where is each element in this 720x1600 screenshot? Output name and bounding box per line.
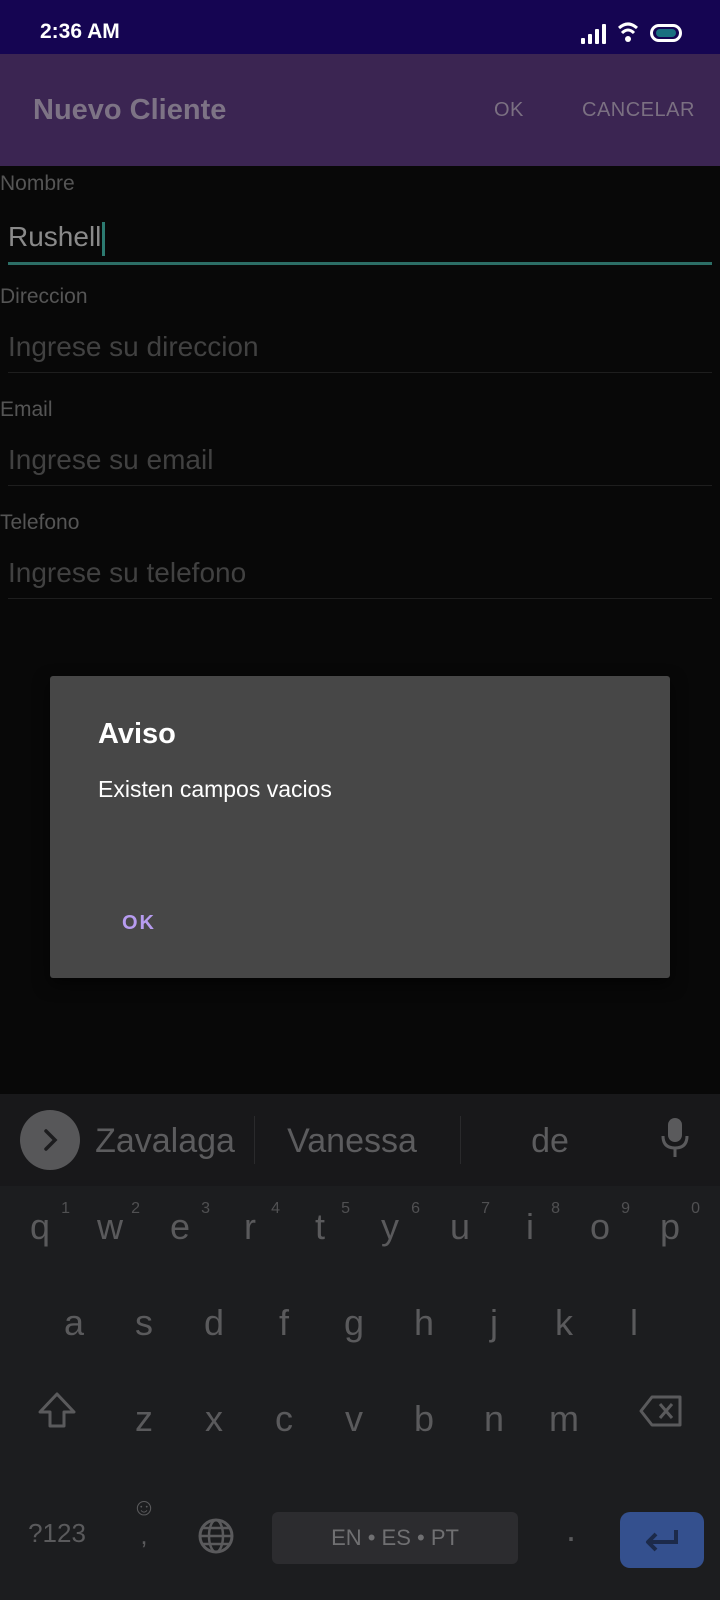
key-y[interactable]: y6 — [360, 1200, 420, 1248]
key-letter: q — [29, 1206, 51, 1247]
key-u[interactable]: u7 — [430, 1200, 490, 1248]
ok-action-button[interactable]: OK — [494, 99, 524, 122]
alert-dialog: Aviso Existen campos vacios OK — [50, 676, 670, 978]
expand-toolbar-button[interactable] — [20, 1110, 80, 1170]
dialog-message: Existen campos vacios — [98, 776, 332, 802]
email-label: Email — [0, 398, 53, 421]
wifi-icon — [618, 22, 638, 42]
emoji-icon[interactable]: ☺ — [122, 1494, 166, 1522]
keyboard-suggestion-bar: Zavalaga Vanessa de — [0, 1094, 720, 1186]
key-m[interactable]: m — [534, 1398, 594, 1440]
status-bar: 2:36 AM — [0, 0, 720, 54]
key-l[interactable]: l — [604, 1302, 664, 1344]
key-i[interactable]: i8 — [500, 1200, 560, 1248]
key-e[interactable]: e3 — [150, 1200, 210, 1248]
telefono-input[interactable]: Ingrese su telefono — [8, 548, 712, 599]
chevron-right-icon — [44, 1129, 58, 1151]
key-letter: e — [169, 1206, 191, 1247]
cancel-action-button[interactable]: CANCELAR — [582, 99, 695, 122]
key-t[interactable]: t5 — [290, 1200, 350, 1248]
key-q[interactable]: q1 — [10, 1200, 70, 1248]
key-letter: o — [589, 1206, 611, 1247]
key-j[interactable]: j — [464, 1302, 524, 1344]
key-k[interactable]: k — [534, 1302, 594, 1344]
direccion-label: Direccion — [0, 285, 88, 308]
key-letter: r — [244, 1206, 256, 1247]
nombre-input[interactable]: Rushell — [8, 212, 712, 265]
key-h[interactable]: h — [394, 1302, 454, 1344]
suggestion-divider — [254, 1116, 255, 1164]
key-g[interactable]: g — [324, 1302, 384, 1344]
globe-icon[interactable] — [196, 1516, 236, 1556]
direccion-input[interactable]: Ingrese su direccion — [8, 322, 712, 373]
microphone-icon[interactable] — [660, 1116, 690, 1160]
key-r[interactable]: r4 — [220, 1200, 280, 1248]
email-input[interactable]: Ingrese su email — [8, 435, 712, 486]
key-b[interactable]: b — [394, 1398, 454, 1440]
key-hint-number: 0 — [691, 1200, 700, 1217]
key-letter: w — [97, 1206, 123, 1247]
nombre-label: Nombre — [0, 172, 75, 195]
key-letter: u — [449, 1206, 471, 1247]
suggestion-1[interactable]: Zavalaga — [90, 1122, 240, 1161]
key-x[interactable]: x — [184, 1398, 244, 1440]
app-bar: Nuevo Cliente OK CANCELAR — [0, 54, 720, 166]
suggestion-2[interactable]: Vanessa — [272, 1122, 432, 1161]
nombre-value: Rushell — [8, 221, 102, 252]
key-v[interactable]: v — [324, 1398, 384, 1440]
key-hint-number: 1 — [61, 1200, 70, 1217]
key-o[interactable]: o9 — [570, 1200, 630, 1248]
comma-key[interactable]: , — [122, 1520, 166, 1551]
status-icons — [581, 22, 682, 44]
key-p[interactable]: p0 — [640, 1200, 700, 1248]
key-hint-number: 4 — [271, 1200, 280, 1217]
key-hint-number: 7 — [481, 1200, 490, 1217]
period-key[interactable]: . — [546, 1508, 596, 1550]
suggestion-3[interactable]: de — [500, 1122, 600, 1161]
key-s[interactable]: s — [114, 1302, 174, 1344]
status-time: 2:36 AM — [40, 20, 120, 43]
key-letter: i — [526, 1206, 534, 1247]
key-hint-number: 3 — [201, 1200, 210, 1217]
symbols-key[interactable]: ?123 — [22, 1518, 92, 1549]
key-letter: t — [314, 1206, 325, 1247]
key-hint-number: 9 — [621, 1200, 630, 1217]
key-d[interactable]: d — [184, 1302, 244, 1344]
telefono-label: Telefono — [0, 511, 80, 534]
key-hint-number: 5 — [341, 1200, 350, 1217]
key-f[interactable]: f — [254, 1302, 314, 1344]
key-w[interactable]: w2 — [80, 1200, 140, 1248]
key-a[interactable]: a — [44, 1302, 104, 1344]
key-hint-number: 2 — [131, 1200, 140, 1217]
signal-icon — [581, 22, 606, 44]
page-title: Nuevo Cliente — [33, 94, 227, 126]
key-hint-number: 6 — [411, 1200, 420, 1217]
key-z[interactable]: z — [114, 1398, 174, 1440]
dialog-ok-button[interactable]: OK — [122, 912, 156, 935]
suggestion-divider — [460, 1116, 461, 1164]
key-c[interactable]: c — [254, 1398, 314, 1440]
keyboard: q1w2e3r4t5y6u7i8o9p0 asdfghjkl zxcvbnm ?… — [0, 1186, 720, 1600]
enter-key[interactable] — [620, 1512, 704, 1568]
battery-icon — [650, 24, 682, 42]
dialog-title: Aviso — [98, 718, 176, 750]
enter-icon — [646, 1530, 678, 1552]
shift-icon[interactable] — [36, 1390, 78, 1430]
key-n[interactable]: n — [464, 1398, 524, 1440]
key-hint-number: 8 — [551, 1200, 560, 1217]
backspace-icon[interactable] — [638, 1394, 684, 1428]
space-key[interactable]: EN • ES • PT — [272, 1512, 518, 1564]
key-letter: p — [659, 1206, 681, 1247]
key-letter: y — [381, 1206, 399, 1247]
text-caret — [102, 221, 106, 256]
